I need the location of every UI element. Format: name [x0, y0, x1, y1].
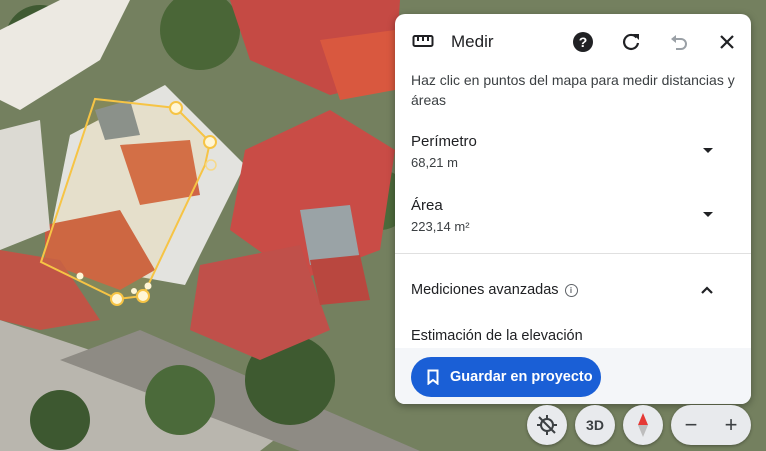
save-to-project-label: Guardar en proyecto	[450, 369, 593, 385]
area-row[interactable]: Área 223,14 m²	[411, 197, 731, 234]
chevron-up-icon[interactable]	[700, 285, 714, 295]
zoom-in-button[interactable]: +	[711, 405, 751, 445]
close-icon	[720, 35, 734, 49]
svg-text:?: ?	[579, 34, 588, 50]
help-icon: ?	[573, 32, 593, 52]
zoom-controls: − +	[671, 405, 751, 445]
undo-icon	[671, 35, 687, 50]
perimeter-value: 68,21 m	[411, 155, 458, 170]
divider	[395, 253, 751, 254]
advanced-measurements-header[interactable]: Mediciones avanzadas i	[411, 282, 578, 298]
3d-toggle-button[interactable]: 3D	[575, 405, 615, 445]
area-label: Área	[411, 197, 443, 214]
advanced-measurements-label: Mediciones avanzadas	[411, 282, 559, 298]
close-button[interactable]	[715, 30, 739, 54]
area-dropdown-icon[interactable]	[703, 212, 713, 217]
perimeter-row[interactable]: Perímetro 68,21 m	[411, 133, 731, 170]
refresh-button[interactable]	[619, 30, 643, 54]
instructions-text: Haz clic en puntos del mapa para medir d…	[411, 72, 735, 108]
ruler-icon	[412, 35, 434, 47]
3d-label: 3D	[586, 417, 604, 433]
panel-title: Medir	[451, 32, 494, 51]
measure-panel: Medir ? Haz clic en puntos del mapa para…	[395, 14, 751, 404]
refresh-icon	[622, 33, 640, 50]
location-button[interactable]	[527, 405, 567, 445]
perimeter-label: Perímetro	[411, 133, 477, 150]
compass-button[interactable]	[623, 405, 663, 445]
panel-header: Medir ?	[395, 14, 751, 70]
bookmark-icon	[427, 369, 439, 385]
info-icon[interactable]: i	[564, 283, 578, 297]
perimeter-dropdown-icon[interactable]	[703, 148, 713, 153]
undo-button[interactable]	[667, 30, 691, 54]
elevation-estimate-label[interactable]: Estimación de la elevación	[411, 328, 583, 344]
zoom-out-button[interactable]: −	[671, 405, 711, 445]
area-value: 223,14 m²	[411, 219, 470, 234]
compass-icon	[638, 413, 648, 437]
help-button[interactable]: ?	[571, 30, 595, 54]
location-off-icon	[537, 415, 557, 435]
save-to-project-button[interactable]: Guardar en proyecto	[411, 357, 601, 397]
